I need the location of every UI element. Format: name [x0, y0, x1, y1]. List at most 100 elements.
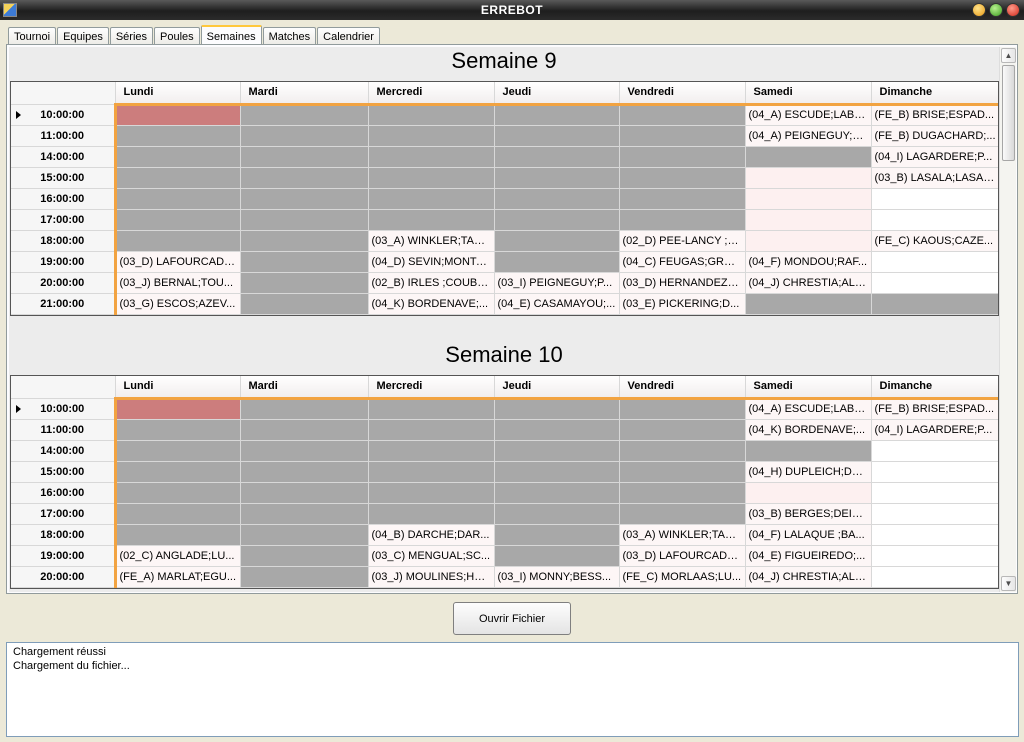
schedule-cell-vendredi[interactable]: [619, 398, 746, 420]
schedule-cell-samedi[interactable]: [745, 440, 872, 462]
schedule-cell-jeudi[interactable]: [494, 146, 620, 168]
schedule-cell-jeudi[interactable]: [494, 167, 620, 189]
row-time[interactable]: 20:00:00: [11, 272, 117, 294]
table-row[interactable]: 18:00:00 (04_B) DARCHE;DAR... (03_A) WINKL…: [11, 524, 998, 546]
schedule-cell-vendredi[interactable]: (02_D) PEE-LANCY ;C...: [619, 230, 746, 252]
table-row[interactable]: 11:00:00 (04_K) BORDENAVE;... (04_I) LAGAR…: [11, 419, 998, 441]
maximize-icon[interactable]: [989, 3, 1003, 17]
schedule-cell-jeudi[interactable]: [494, 251, 620, 273]
table-row[interactable]: 10:00:00 (04_A) ESCUDE;LABE... (FE_B) BRIS…: [11, 104, 998, 126]
row-time[interactable]: 10:00:00: [11, 104, 117, 126]
schedule-cell-jeudi[interactable]: (03_I) PEIGNEGUY;P...: [494, 272, 620, 294]
schedule-cell-mercredi[interactable]: [368, 419, 495, 441]
schedule-cell-lundi[interactable]: [115, 104, 241, 126]
schedule-cell-mercredi[interactable]: (04_D) SEVIN;MONTA...: [368, 251, 495, 273]
table-row[interactable]: 17:00:00: [11, 209, 998, 231]
row-time[interactable]: 17:00:00: [11, 209, 117, 231]
column-header-samedi[interactable]: Samedi: [745, 82, 872, 106]
tab-equipes[interactable]: Equipes: [57, 27, 109, 45]
schedule-cell-mardi[interactable]: [240, 419, 369, 441]
schedule-cell-mardi[interactable]: [240, 398, 369, 420]
schedule-cell-mercredi[interactable]: [368, 167, 495, 189]
row-time[interactable]: 21:00:00: [11, 293, 117, 315]
table-row[interactable]: 19:00:00 (03_D) LAFOURCADE... (04_D) SEVIN…: [11, 251, 998, 273]
schedule-cell-jeudi[interactable]: [494, 503, 620, 525]
schedule-cell-lundi[interactable]: [115, 125, 241, 147]
row-time[interactable]: 15:00:00: [11, 461, 117, 483]
schedule-grid[interactable]: Lundi Mardi Mercredi Jeudi Vendredi Samedi Dim…: [10, 375, 999, 589]
schedule-cell-mardi[interactable]: [240, 188, 369, 210]
schedule-cell-mardi[interactable]: [240, 167, 369, 189]
row-time[interactable]: 14:00:00: [11, 440, 117, 462]
schedule-cell-mardi[interactable]: [240, 230, 369, 252]
schedule-cell-mardi[interactable]: [240, 503, 369, 525]
schedule-cell-vendredi[interactable]: [619, 482, 746, 504]
row-time[interactable]: 20:00:00: [11, 566, 117, 588]
schedule-cell-jeudi[interactable]: (04_E) CASAMAYOU;...: [494, 293, 620, 315]
table-row[interactable]: 10:00:00 (04_A) ESCUDE;LABE... (FE_B) BRIS…: [11, 398, 998, 420]
column-header-mardi[interactable]: Mardi: [240, 376, 369, 400]
row-time[interactable]: 16:00:00: [11, 482, 117, 504]
schedule-cell-vendredi[interactable]: [619, 125, 746, 147]
schedule-cell-samedi[interactable]: [745, 188, 872, 210]
schedule-cell-samedi[interactable]: [745, 209, 872, 231]
schedule-cell-mardi[interactable]: [240, 104, 369, 126]
minimize-icon[interactable]: [972, 3, 986, 17]
schedule-cell-jeudi[interactable]: [494, 440, 620, 462]
schedule-cell-mardi[interactable]: [240, 566, 369, 588]
schedule-cell-dimanche[interactable]: [871, 272, 998, 294]
row-time[interactable]: 11:00:00: [11, 419, 117, 441]
schedule-cell-dimanche[interactable]: (FE_B) DUGACHARD;...: [871, 125, 998, 147]
schedule-cell-lundi[interactable]: [115, 482, 241, 504]
table-row[interactable]: 18:00:00 (03_A) WINKLER;TAU... (02_D) PEE-…: [11, 230, 998, 252]
grid-corner[interactable]: [11, 376, 116, 399]
column-header-mercredi[interactable]: Mercredi: [368, 82, 495, 106]
schedule-cell-mercredi[interactable]: (02_B) IRLES ;COUBL...: [368, 272, 495, 294]
vertical-scrollbar[interactable]: ▲ ▼: [999, 47, 1016, 592]
schedule-cell-jeudi[interactable]: [494, 461, 620, 483]
schedule-cell-mardi[interactable]: [240, 209, 369, 231]
schedule-cell-mardi[interactable]: [240, 461, 369, 483]
schedule-cell-lundi[interactable]: (03_J) BERNAL;TOU...: [115, 272, 241, 294]
grid-corner[interactable]: [11, 82, 116, 105]
schedule-cell-vendredi[interactable]: [619, 209, 746, 231]
schedule-cell-vendredi[interactable]: (FE_C) MORLAAS;LU...: [619, 566, 746, 588]
column-header-vendredi[interactable]: Vendredi: [619, 376, 746, 400]
schedule-cell-samedi[interactable]: (04_F) MONDOU;RAF...: [745, 251, 872, 273]
schedule-cell-mercredi[interactable]: [368, 125, 495, 147]
schedule-cell-samedi[interactable]: (04_A) ESCUDE;LABE...: [745, 104, 872, 126]
schedule-cell-samedi[interactable]: (04_A) PEIGNEGUY;A...: [745, 125, 872, 147]
schedule-cell-dimanche[interactable]: [871, 461, 998, 483]
column-header-lundi[interactable]: Lundi: [115, 376, 241, 400]
schedule-cell-samedi[interactable]: (03_B) BERGES;DEITI...: [745, 503, 872, 525]
column-header-dimanche[interactable]: Dimanche: [871, 82, 998, 106]
table-row[interactable]: 20:00:00 (FE_A) MARLAT;EGU... (03_J) MOULI…: [11, 566, 998, 588]
table-row[interactable]: 14:00:00 (04_I) LAGARDERE;P...: [11, 146, 998, 168]
schedule-cell-dimanche[interactable]: [871, 566, 998, 588]
schedule-cell-mardi[interactable]: [240, 125, 369, 147]
schedule-cell-dimanche[interactable]: [871, 503, 998, 525]
schedule-cell-lundi[interactable]: [115, 503, 241, 525]
schedule-cell-mercredi[interactable]: [368, 482, 495, 504]
row-time[interactable]: 18:00:00: [11, 230, 117, 252]
schedule-cell-samedi[interactable]: (04_E) FIGUEIREDO;...: [745, 545, 872, 567]
table-row[interactable]: 16:00:00: [11, 482, 998, 504]
schedule-cell-dimanche[interactable]: (FE_B) BRISE;ESPAD...: [871, 398, 998, 420]
row-time[interactable]: 17:00:00: [11, 503, 117, 525]
schedule-cell-jeudi[interactable]: [494, 125, 620, 147]
schedule-cell-vendredi[interactable]: [619, 188, 746, 210]
schedule-cell-dimanche[interactable]: [871, 545, 998, 567]
open-file-button[interactable]: Ouvrir Fichier: [453, 602, 571, 635]
schedule-cell-dimanche[interactable]: (03_B) LASALA;LASAL...: [871, 167, 998, 189]
column-header-jeudi[interactable]: Jeudi: [494, 82, 620, 106]
schedule-cell-mardi[interactable]: [240, 146, 369, 168]
schedule-cell-dimanche[interactable]: (04_I) LAGARDERE;P...: [871, 146, 998, 168]
schedule-cell-vendredi[interactable]: [619, 146, 746, 168]
schedule-cell-vendredi[interactable]: [619, 104, 746, 126]
table-row[interactable]: 11:00:00 (04_A) PEIGNEGUY;A... (FE_B) DUGA…: [11, 125, 998, 147]
schedule-cell-lundi[interactable]: (03_D) LAFOURCADE...: [115, 251, 241, 273]
schedule-cell-vendredi[interactable]: [619, 503, 746, 525]
schedule-cell-jeudi[interactable]: [494, 104, 620, 126]
schedule-cell-samedi[interactable]: (04_H) DUPLEICH;DU...: [745, 461, 872, 483]
schedule-cell-lundi[interactable]: [115, 419, 241, 441]
